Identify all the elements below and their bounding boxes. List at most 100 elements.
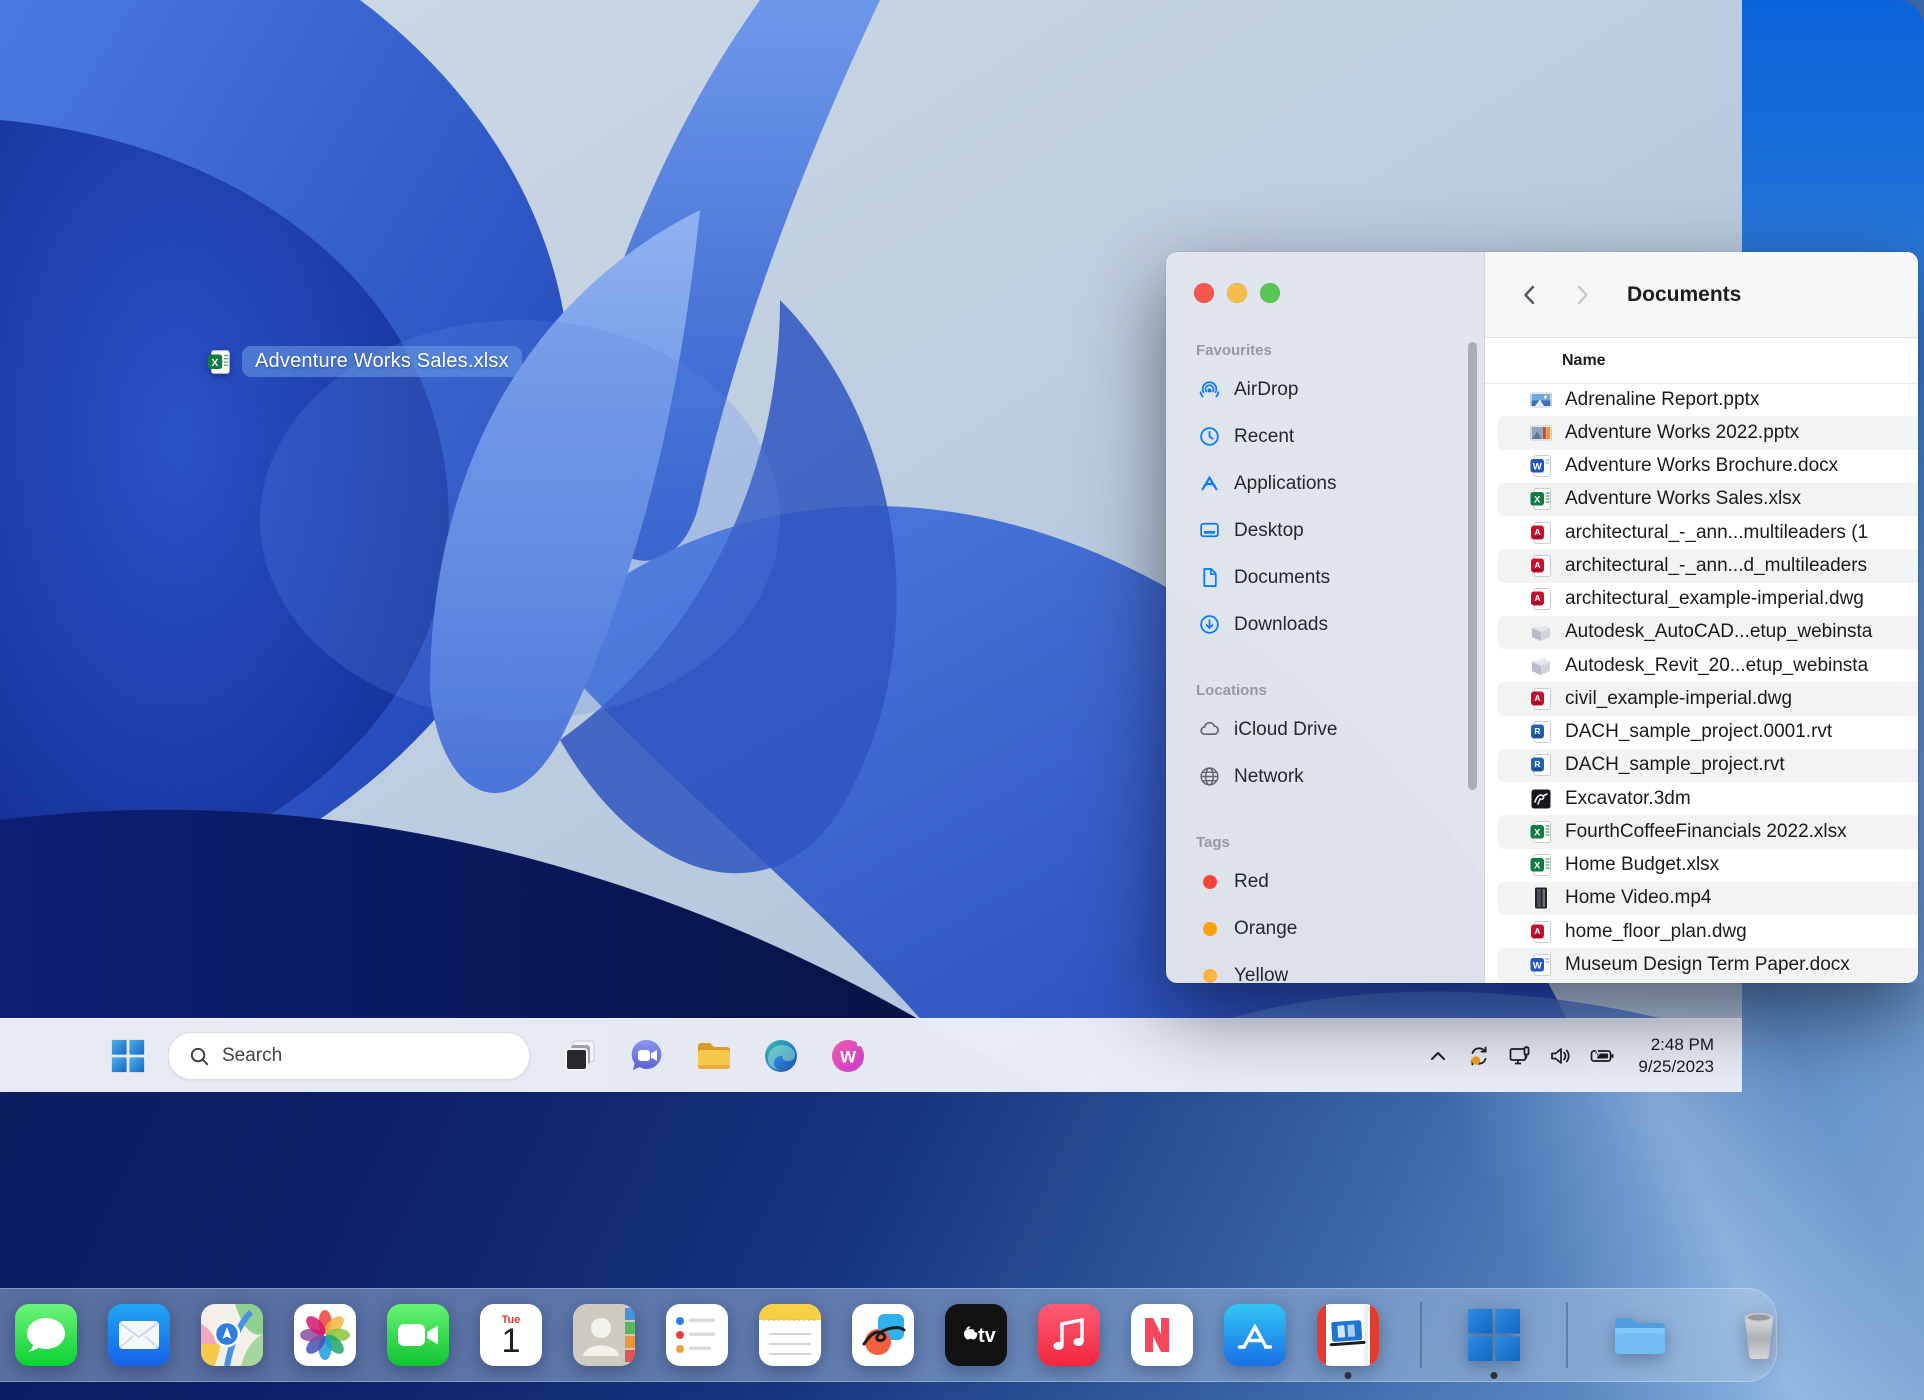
excel-file-icon: X (205, 348, 233, 376)
sidebar-item-downloads[interactable]: Downloads (1166, 601, 1484, 648)
svg-text:A: A (1534, 693, 1540, 703)
dock-item-parallels[interactable] (1317, 1304, 1379, 1366)
dock-item-contacts[interactable] (573, 1304, 635, 1366)
dock-item-news[interactable] (1131, 1304, 1193, 1366)
svg-text:X: X (1534, 495, 1541, 506)
file-row[interactable]: XAdventure Works Sales.xlsx (1498, 483, 1918, 516)
sidebar-item-label: iCloud Drive (1234, 719, 1337, 741)
display-network-button[interactable] (1507, 1043, 1533, 1069)
svg-text:R: R (1534, 726, 1540, 736)
file-row[interactable]: Aarchitectural_-_ann...d_multileaders (1498, 549, 1918, 582)
file-explorer-button[interactable] (690, 1032, 738, 1080)
battery-charging-icon (1589, 1043, 1615, 1069)
dock-item-music[interactable] (1038, 1304, 1100, 1366)
file-row[interactable]: Aarchitectural_-_ann...multileaders (1 (1498, 516, 1918, 549)
dock-item-photos[interactable] (294, 1304, 356, 1366)
minimize-button[interactable] (1227, 283, 1247, 303)
file-row[interactable]: RDACH_sample_project.rvt (1498, 749, 1918, 782)
downloads-icon (1198, 613, 1221, 636)
dock-item-freeform[interactable] (852, 1304, 914, 1366)
dock-item-reminders[interactable] (666, 1304, 728, 1366)
svg-text:A: A (1534, 926, 1540, 936)
file-name: Adrenaline Report.pptx (1565, 389, 1759, 411)
sidebar-item-network[interactable]: Network (1166, 753, 1484, 800)
task-view-button[interactable] (556, 1032, 604, 1080)
back-button[interactable] (1517, 282, 1543, 308)
file-name: Excavator.3dm (1565, 788, 1691, 810)
dwg-file-icon: A (1528, 586, 1554, 612)
file-list: Adrenaline Report.pptx Adventure Works 20… (1485, 383, 1918, 983)
teams-chat-button[interactable] (623, 1032, 671, 1080)
search-input[interactable]: Search (168, 1032, 530, 1080)
forward-button[interactable] (1569, 282, 1595, 308)
word-file-icon: W (1528, 453, 1554, 479)
dock-item-trash[interactable] (1728, 1304, 1790, 1366)
sidebar-item-red[interactable]: Red (1166, 858, 1484, 905)
speaker-icon (1548, 1043, 1574, 1069)
file-row[interactable]: Adrenaline Report.pptx (1498, 383, 1918, 416)
file-row[interactable]: Aarchitectural_example-imperial.dwg (1498, 583, 1918, 616)
image-file-icon (1528, 387, 1554, 413)
file-name: Museum Design Term Paper.docx (1565, 954, 1850, 976)
file-row[interactable]: Ahome_floor_plan.dwg (1498, 915, 1918, 948)
network-icon (1198, 765, 1221, 788)
file-row[interactable]: Autodesk_AutoCAD...etup_webinsta (1498, 616, 1918, 649)
dock-item-calendar[interactable]: Tue1 (480, 1304, 542, 1366)
file-row[interactable]: XFourthCoffeeFinancials 2022.xlsx (1498, 815, 1918, 848)
task-view-icon (560, 1036, 600, 1076)
sidebar-item-yellow[interactable]: Yellow (1166, 952, 1484, 983)
battery-button[interactable] (1589, 1043, 1615, 1069)
search-placeholder: Search (222, 1045, 282, 1067)
sidebar-item-label: Downloads (1234, 614, 1328, 636)
taskbar-clock[interactable]: 2:48 PM 9/25/2023 (1638, 1034, 1714, 1078)
file-row[interactable]: W Museum Design Term Paper.docx (1498, 948, 1918, 981)
sidebar-item-orange[interactable]: Orange (1166, 905, 1484, 952)
sync-status-button[interactable] (1466, 1043, 1492, 1069)
sidebar-item-recent[interactable]: Recent (1166, 413, 1484, 460)
file-row[interactable]: Autodesk_Revit_20...etup_webinsta (1498, 649, 1918, 682)
svg-text:W: W (1533, 960, 1542, 971)
dock-item-windows[interactable] (1463, 1304, 1525, 1366)
file-row[interactable]: Excavator.3dm (1498, 782, 1918, 815)
maps-icon (201, 1304, 263, 1366)
sidebar-scrollbar[interactable] (1468, 342, 1477, 790)
dock-item-facetime[interactable] (387, 1304, 449, 1366)
sidebar-item-documents[interactable]: Documents (1166, 554, 1484, 601)
finder-window: FavouritesAirDropRecentApplicationsDeskt… (1166, 252, 1918, 983)
file-row[interactable]: XHome Budget.xlsx (1498, 849, 1918, 882)
wps-office-button[interactable]: W (824, 1032, 872, 1080)
edge-browser-button[interactable] (757, 1032, 805, 1080)
name-column-header[interactable]: Name (1562, 352, 1606, 370)
calendar-icon: Tue1 (480, 1304, 542, 1366)
chevron-up-icon (1425, 1043, 1451, 1069)
taskbar-app-icons: W (556, 1032, 872, 1080)
dock-item-messages[interactable] (15, 1304, 77, 1366)
zoom-button[interactable] (1260, 283, 1280, 303)
file-row[interactable]: Acivil_example-imperial.dwg (1498, 682, 1918, 715)
hidden-icons-button[interactable] (1425, 1043, 1451, 1069)
dock-item-appletv[interactable]: tv (945, 1304, 1007, 1366)
desktop-file-adventure-works-sales[interactable]: X Adventure Works Sales.xlsx (205, 346, 522, 377)
package-file-icon (1528, 619, 1554, 645)
sidebar-item-airdrop[interactable]: AirDrop (1166, 366, 1484, 413)
svg-text:A: A (1534, 593, 1540, 603)
close-button[interactable] (1194, 283, 1214, 303)
dock-item-appstore[interactable] (1224, 1304, 1286, 1366)
start-button[interactable] (104, 1032, 152, 1080)
file-row[interactable]: RDACH_sample_project.0001.rvt (1498, 716, 1918, 749)
sidebar-item-icloud-drive[interactable]: iCloud Drive (1166, 706, 1484, 753)
file-row[interactable]: Adventure Works 2022.pptx (1498, 416, 1918, 449)
volume-button[interactable] (1548, 1043, 1574, 1069)
file-name: home_floor_plan.dwg (1565, 921, 1747, 943)
dock-item-notes[interactable] (759, 1304, 821, 1366)
file-row[interactable]: WAdventure Works Brochure.docx (1498, 450, 1918, 483)
dock-item-mail[interactable] (108, 1304, 170, 1366)
dock-item-maps[interactable] (201, 1304, 263, 1366)
file-name: Home Budget.xlsx (1565, 854, 1719, 876)
revit-file-icon: R (1528, 752, 1554, 778)
sidebar-item-applications[interactable]: Applications (1166, 460, 1484, 507)
file-row[interactable]: Home Video.mp4 (1498, 882, 1918, 915)
dock-item-folder[interactable] (1609, 1304, 1671, 1366)
sidebar-item-desktop[interactable]: Desktop (1166, 507, 1484, 554)
window-controls (1194, 283, 1280, 303)
